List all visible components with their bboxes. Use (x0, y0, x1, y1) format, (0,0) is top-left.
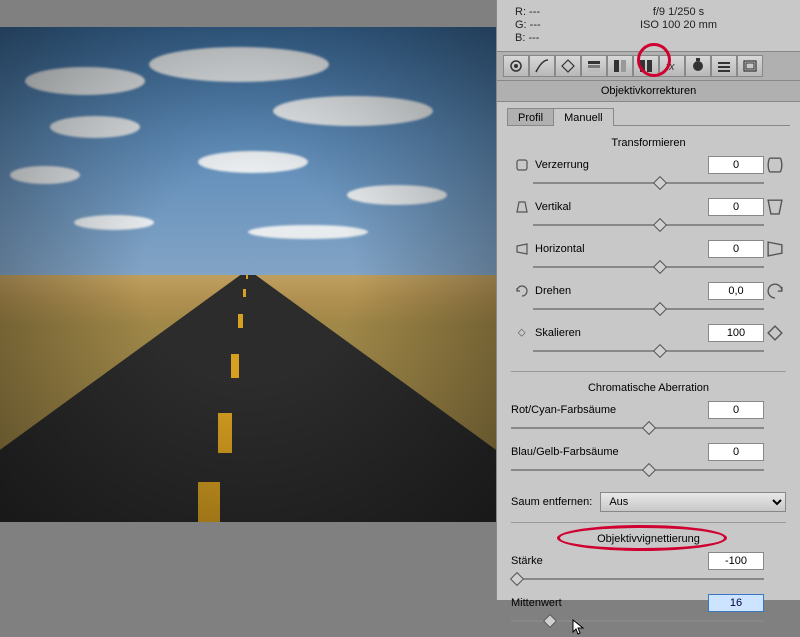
tab-manuell[interactable]: Manuell (553, 108, 614, 126)
lens-corrections-tab-button[interactable] (633, 55, 659, 77)
info-exposure: f/9 1/250 s (575, 6, 782, 19)
preview-image (0, 27, 496, 522)
tone-curve-tab-button[interactable] (529, 55, 555, 77)
vertikal-icon-right (764, 196, 786, 218)
blaugelb-label: Blau/Gelb-Farbsäume (511, 446, 708, 458)
drehen-input[interactable] (708, 282, 764, 300)
skalieren-icon-left (511, 325, 533, 341)
rotcyan-slider[interactable] (511, 422, 786, 434)
verzerrung-label: Verzerrung (533, 159, 708, 171)
effects-tab-button[interactable]: fx (659, 55, 685, 77)
vertikal-icon-left (511, 199, 533, 215)
vertikal-slider[interactable] (533, 219, 786, 231)
drehen-icon-left (511, 283, 533, 299)
drehen-icon-right (764, 280, 786, 302)
horizontal-input[interactable] (708, 240, 764, 258)
side-panel: R: --- G: --- B: --- f/9 1/250 s ISO 100… (496, 0, 800, 600)
rotcyan-input[interactable] (708, 401, 764, 419)
defringe-select[interactable]: Aus (600, 492, 786, 512)
calibration-tab-button[interactable] (685, 55, 711, 77)
mittenwert-label: Mittenwert (511, 597, 708, 609)
basic-tab-button[interactable] (503, 55, 529, 77)
skalieren-slider[interactable] (533, 345, 786, 357)
verzerrung-slider[interactable] (533, 177, 786, 189)
defringe-label: Saum entfernen: (511, 496, 592, 508)
transform-title: Transformieren (511, 133, 786, 155)
verzerrung-input[interactable] (708, 156, 764, 174)
verzerrung-icon-left (511, 157, 533, 173)
drehen-slider[interactable] (533, 303, 786, 315)
horizontal-label: Horizontal (533, 243, 708, 255)
panel-toolbar: fx (497, 51, 800, 81)
horizontal-icon-right (764, 238, 786, 260)
blaugelb-input[interactable] (708, 443, 764, 461)
staerke-label: Stärke (511, 555, 708, 567)
info-iso: ISO 100 20 mm (575, 19, 782, 32)
tab-profil[interactable]: Profil (507, 108, 554, 126)
skalieren-label: Skalieren (533, 327, 708, 339)
panel-title: Objektivkorrekturen (497, 81, 800, 102)
horizontal-slider[interactable] (533, 261, 786, 273)
blaugelb-slider[interactable] (511, 464, 786, 476)
drehen-label: Drehen (533, 285, 708, 297)
hsl-tab-button[interactable] (581, 55, 607, 77)
staerke-slider[interactable] (511, 573, 786, 585)
preview-area (0, 0, 496, 600)
svg-text:fx: fx (666, 61, 675, 73)
skalieren-icon-right (764, 322, 786, 344)
vignette-title: Objektivvignettierung (511, 529, 786, 551)
info-b: B: --- (515, 32, 575, 45)
info-r: R: --- (515, 6, 575, 19)
mittenwert-input[interactable] (708, 594, 764, 612)
info-g: G: --- (515, 19, 575, 32)
horizontal-icon-left (511, 241, 533, 257)
staerke-input[interactable] (708, 552, 764, 570)
rotcyan-label: Rot/Cyan-Farbsäume (511, 404, 708, 416)
split-tone-tab-button[interactable] (607, 55, 633, 77)
skalieren-input[interactable] (708, 324, 764, 342)
vertikal-label: Vertikal (533, 201, 708, 213)
detail-tab-button[interactable] (555, 55, 581, 77)
mittenwert-slider[interactable] (511, 615, 786, 627)
vertikal-input[interactable] (708, 198, 764, 216)
chromatic-title: Chromatische Aberration (511, 378, 786, 400)
image-info: R: --- G: --- B: --- f/9 1/250 s ISO 100… (497, 4, 800, 51)
verzerrung-icon-right (764, 154, 786, 176)
snapshots-tab-button[interactable] (737, 55, 763, 77)
presets-tab-button[interactable] (711, 55, 737, 77)
